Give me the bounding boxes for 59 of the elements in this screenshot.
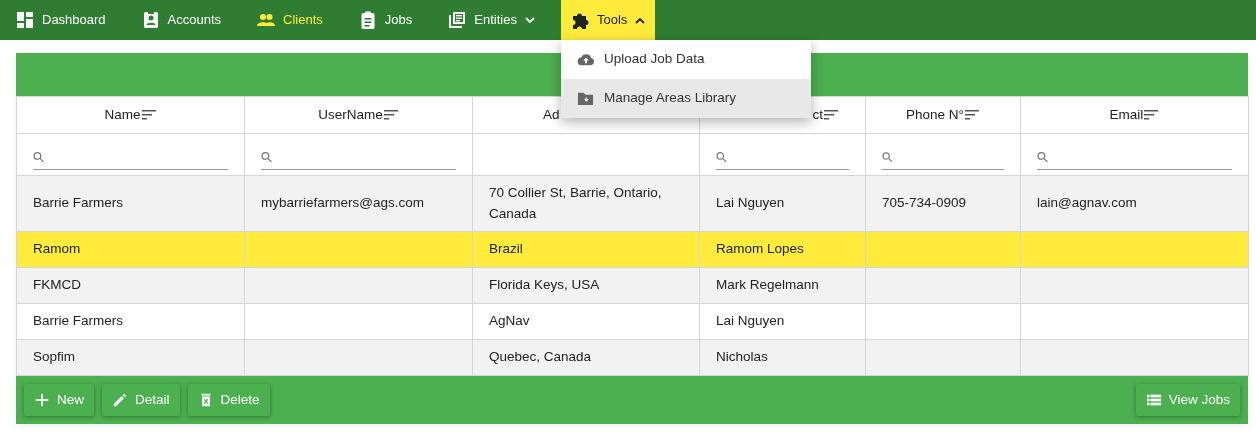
plus-icon xyxy=(34,392,50,408)
table-cell: Ramom xyxy=(33,241,81,257)
sort-icon xyxy=(383,109,399,121)
list-icon xyxy=(1145,392,1162,408)
column-header[interactable]: Name xyxy=(104,104,141,126)
badge-icon xyxy=(141,11,160,29)
table-cell: mybarriefarmers@ags.com xyxy=(261,195,424,211)
table-cell: lain@agnav.com xyxy=(1037,195,1137,211)
table-cell: Lai Nguyen xyxy=(716,313,785,329)
table-row[interactable]: Barrie Farmers mybarriefarmers@ags.com 70 Collier St, Barrie, Ontario, Canada Lai Nguyen 705-734-0909 lain@agnav.com xyxy=(16,175,1249,232)
caret-icon xyxy=(524,16,535,24)
table-cell: Barrie Farmers xyxy=(33,195,123,211)
table-cell: Quebec, Canada xyxy=(489,349,592,365)
column-header[interactable]: Ad xyxy=(543,104,560,126)
cloud-upload-icon xyxy=(576,51,594,68)
table-cell: 705-734-0909 xyxy=(882,195,967,211)
table-cell: FKMCD xyxy=(33,277,81,293)
nav-tab[interactable]: Jobs xyxy=(348,0,423,40)
menu-item[interactable]: Manage Areas Library xyxy=(560,79,811,118)
puzzle-icon xyxy=(570,11,589,29)
nav-tab[interactable]: Tools xyxy=(560,0,656,40)
table-cell: Brazil xyxy=(489,241,523,257)
caret-icon xyxy=(635,16,646,24)
column-header[interactable]: Email xyxy=(1109,104,1144,126)
nav-tab[interactable]: Dashboard xyxy=(6,0,116,40)
table-row[interactable]: Sopfim Quebec, Canada Nicholas xyxy=(16,339,1249,376)
pencil-icon xyxy=(112,392,128,408)
search-icon xyxy=(716,151,727,163)
table-cell: Barrie Farmers xyxy=(33,313,123,329)
table-row[interactable]: Barrie Farmers AgNav Lai Nguyen xyxy=(16,303,1249,340)
table-row[interactable]: FKMCD Florida Keys, USA Mark Regelmann xyxy=(16,267,1249,304)
table-cell: Sopfim xyxy=(33,349,76,365)
search-icon xyxy=(882,151,893,163)
people-icon xyxy=(257,11,276,29)
clipboard-icon xyxy=(358,11,377,29)
menu-item[interactable]: Upload Job Data xyxy=(560,40,811,79)
table-cell: 70 Collier St, Barrie, Ontario, Canada xyxy=(489,185,662,221)
sort-icon xyxy=(141,109,157,121)
folder-icon xyxy=(576,90,594,107)
table-cell: Ramom Lopes xyxy=(716,241,804,257)
sort-icon xyxy=(824,109,839,121)
table-cell: Florida Keys, USA xyxy=(489,277,600,293)
sort-icon xyxy=(964,109,980,121)
nav-tab[interactable]: Accounts xyxy=(131,0,232,40)
table-cell: Nicholas xyxy=(716,349,768,365)
nav-tab[interactable]: Clients xyxy=(247,0,333,40)
column-header[interactable]: ct xyxy=(812,104,823,126)
table-cell: Lai Nguyen xyxy=(716,195,785,211)
sort-icon xyxy=(1144,109,1160,121)
document-stack-icon xyxy=(448,11,467,29)
search-icon xyxy=(1037,151,1049,163)
column-header[interactable]: UserName xyxy=(318,104,383,126)
table-row[interactable]: Ramom Brazil Ramom Lopes xyxy=(16,231,1249,268)
table-cell: AgNav xyxy=(489,313,530,329)
nav-tab[interactable]: Entities xyxy=(438,0,545,40)
table-cell: Mark Regelmann xyxy=(716,277,819,293)
search-icon xyxy=(261,151,273,163)
search-icon xyxy=(33,151,45,163)
dashboard-icon xyxy=(16,11,34,29)
